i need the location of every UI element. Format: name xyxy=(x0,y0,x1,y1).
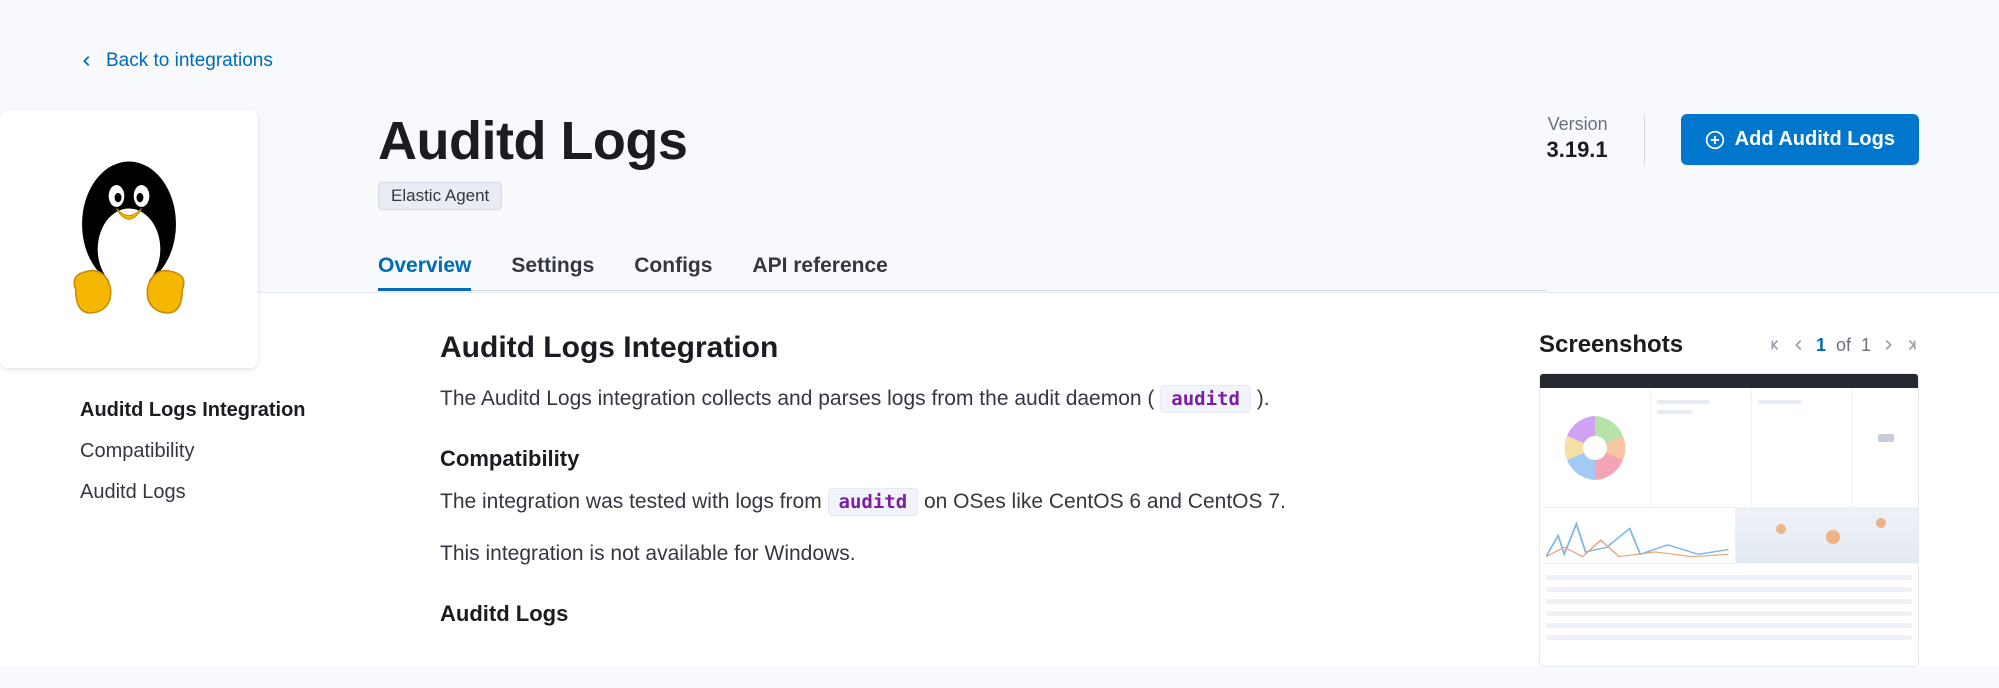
back-link-label: Back to integrations xyxy=(106,50,273,72)
tab-settings[interactable]: Settings xyxy=(511,244,594,291)
integration-icon-card xyxy=(0,110,258,368)
page-title: Auditd Logs xyxy=(378,110,1546,172)
chevron-left-icon xyxy=(80,54,94,68)
tab-api-reference[interactable]: API reference xyxy=(752,244,887,291)
sidebar-item-auditd-logs-integration[interactable]: Auditd Logs Integration xyxy=(80,399,380,422)
version-value: 3.19.1 xyxy=(1546,137,1607,163)
pager-next-icon[interactable] xyxy=(1881,338,1895,352)
compat-paragraph-1: The integration was tested with logs fro… xyxy=(440,486,1459,519)
section-heading-compatibility: Compatibility xyxy=(440,446,1459,472)
tabs-bar: Overview Settings Configs API reference xyxy=(378,244,1546,291)
plus-circle-icon xyxy=(1705,130,1725,150)
pager-total: 1 xyxy=(1861,335,1871,356)
version-label: Version xyxy=(1546,114,1607,135)
pager-of: of xyxy=(1836,335,1851,356)
pager-current: 1 xyxy=(1816,335,1826,356)
screenshots-title: Screenshots xyxy=(1539,331,1683,359)
screenshots-pager: 1 of 1 xyxy=(1768,335,1919,356)
tab-configs[interactable]: Configs xyxy=(634,244,712,291)
section-heading-auditd-logs: Auditd Logs xyxy=(440,601,1459,627)
agent-badge: Elastic Agent xyxy=(378,182,502,210)
screenshot-thumbnail[interactable] xyxy=(1539,373,1919,667)
version-block: Version 3.19.1 xyxy=(1546,114,1607,163)
pager-prev-icon[interactable] xyxy=(1792,338,1806,352)
compat-paragraph-2: This integration is not available for Wi… xyxy=(440,538,1459,571)
tab-overview[interactable]: Overview xyxy=(378,244,471,291)
vertical-divider xyxy=(1644,114,1645,166)
main-content: Auditd Logs Integration The Auditd Logs … xyxy=(410,291,1489,667)
add-button-label: Add Auditd Logs xyxy=(1735,128,1895,151)
add-auditd-logs-button[interactable]: Add Auditd Logs xyxy=(1681,114,1919,165)
pager-last-icon[interactable] xyxy=(1905,338,1919,352)
back-to-integrations-link[interactable]: Back to integrations xyxy=(80,50,273,72)
section-heading-integration: Auditd Logs Integration xyxy=(440,331,1459,365)
code-auditd-2: auditd xyxy=(828,488,919,516)
tux-linux-icon xyxy=(49,149,209,329)
sidebar-item-auditd-logs[interactable]: Auditd Logs xyxy=(80,481,380,504)
pager-first-icon[interactable] xyxy=(1768,338,1782,352)
code-auditd: auditd xyxy=(1160,385,1251,413)
intro-paragraph: The Auditd Logs integration collects and… xyxy=(440,383,1459,416)
sidebar-item-compatibility[interactable]: Compatibility xyxy=(80,440,380,463)
screenshots-panel: Screenshots 1 of 1 xyxy=(1519,291,1919,667)
